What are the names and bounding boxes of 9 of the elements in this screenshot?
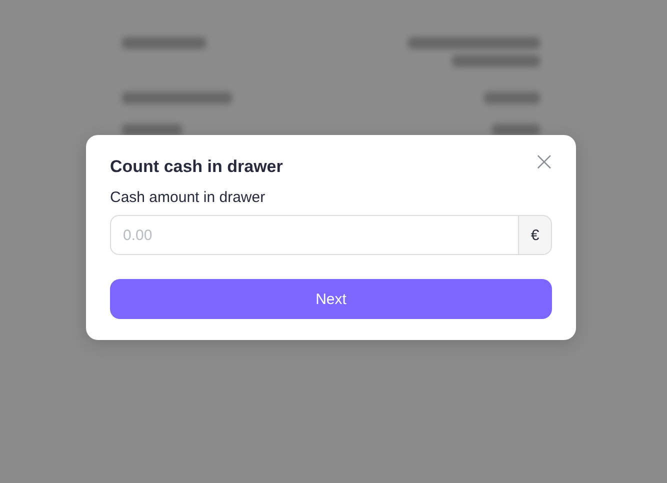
currency-suffix: € xyxy=(519,215,552,255)
blurred-text xyxy=(484,92,540,104)
dialog-title: Count cash in drawer xyxy=(110,157,283,177)
blurred-text xyxy=(122,124,182,136)
close-button[interactable]: × xyxy=(533,151,555,173)
next-button[interactable]: Next xyxy=(110,279,552,319)
field-label: Cash amount in drawer xyxy=(110,189,266,206)
amount-field[interactable]: 0.00 xyxy=(110,215,519,255)
blurred-text xyxy=(492,124,540,136)
